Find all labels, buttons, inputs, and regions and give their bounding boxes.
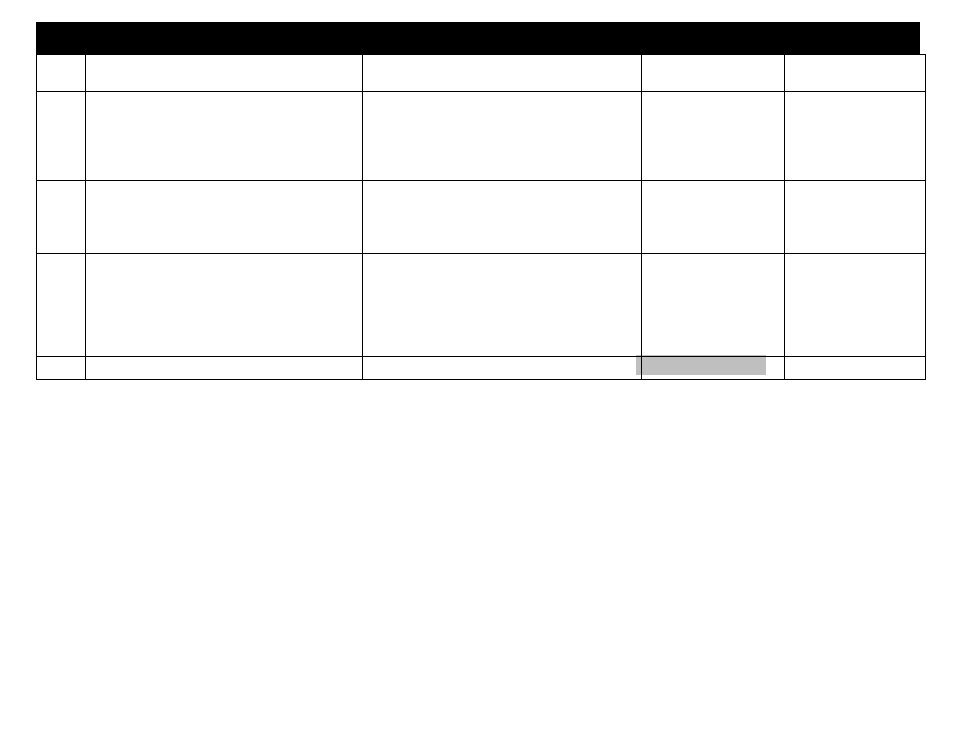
table-cell xyxy=(642,92,785,181)
table-cell xyxy=(363,357,642,380)
table-cell xyxy=(642,357,785,380)
table-cell xyxy=(642,55,785,92)
table-cell xyxy=(785,254,926,357)
document-page xyxy=(0,0,954,738)
table-cell xyxy=(37,55,86,92)
table-cell xyxy=(363,181,642,254)
table-cell xyxy=(363,92,642,181)
table-cell xyxy=(363,254,642,357)
table-cell xyxy=(37,92,86,181)
table-cell xyxy=(86,92,363,181)
table-cell xyxy=(86,181,363,254)
header-band xyxy=(36,22,920,54)
table-cell xyxy=(785,92,926,181)
table-cell xyxy=(642,254,785,357)
table-cell xyxy=(86,254,363,357)
table-cell xyxy=(86,55,363,92)
data-table xyxy=(36,54,926,380)
table-cell xyxy=(785,357,926,380)
table-cell xyxy=(785,55,926,92)
table-cell xyxy=(37,181,86,254)
table-cell xyxy=(37,357,86,380)
table-cell xyxy=(785,181,926,254)
table-cell xyxy=(642,181,785,254)
table-cell xyxy=(37,254,86,357)
table-cell xyxy=(86,357,363,380)
table-cell xyxy=(363,55,642,92)
